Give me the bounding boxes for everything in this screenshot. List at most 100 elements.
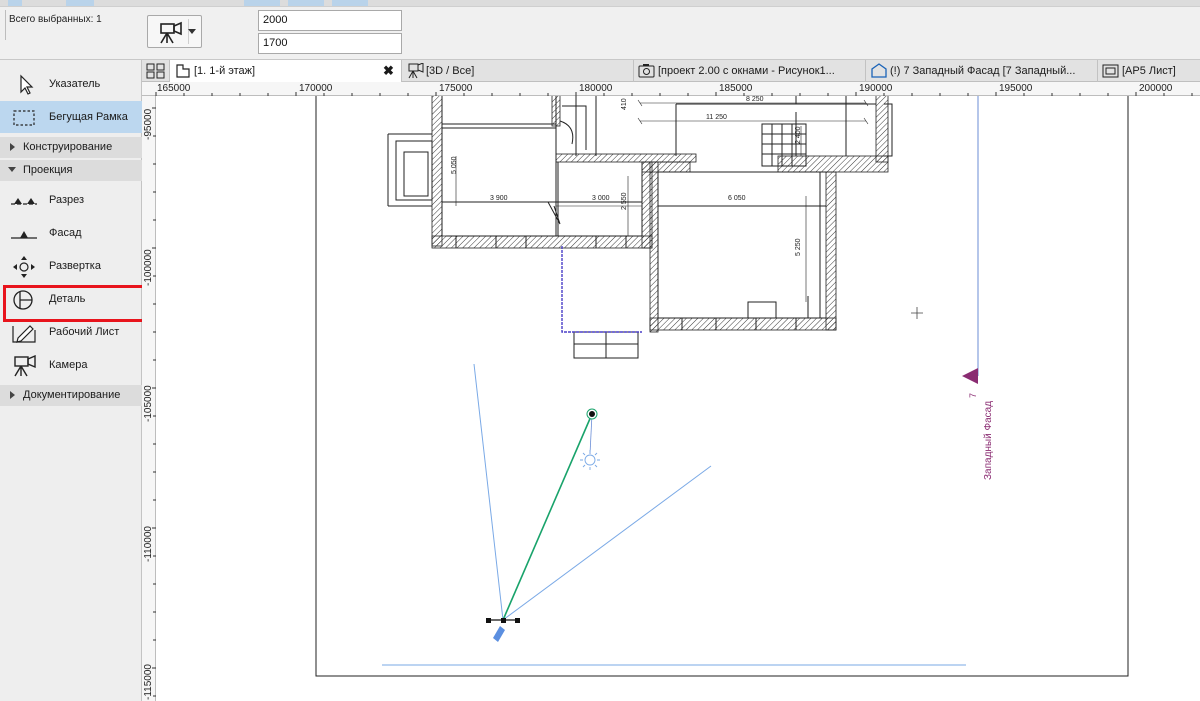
elevation-name-label: Западный Фасад [983,400,994,480]
dim-label: 5 050 [451,156,458,174]
tool-label: Бегущая Рамка [49,111,128,123]
dim-label: 410 [621,98,628,110]
camera-icon [408,63,424,79]
tab-layout[interactable]: [АР5 Лист] [1098,60,1200,82]
tab-label: [АР5 Лист] [1122,65,1176,77]
floor-plan-drawing: 8 250 11 250 410 5 050 3 900 3 000 2 550… [315,96,1129,677]
sun-icon[interactable] [580,450,600,470]
group-design[interactable]: Конструирование [0,137,142,158]
dim-label: 2 400 [795,126,802,144]
camera-position-node[interactable] [486,618,520,642]
group-label: Проекция [23,164,73,176]
tab-overview-button[interactable] [142,60,170,82]
dim-label: 11 250 [706,114,727,121]
floor-plan-icon [176,64,190,78]
camera-icon [160,21,182,44]
tool-detail[interactable]: Деталь [0,283,142,315]
ruler-label: 170000 [299,83,333,94]
ruler-label: 195000 [999,83,1033,94]
photo-icon [638,64,655,78]
ruler-label: 190000 [859,83,893,94]
camera-settings-button[interactable] [147,15,202,48]
elevation-house-icon [871,63,887,78]
dim-label: 5 250 [795,238,802,256]
top-toolbar-strip [0,0,1200,7]
ruler-label: -105000 [143,385,154,422]
dim-label: 3 900 [490,195,508,202]
tool-label: Фасад [49,227,82,239]
pointer-arrow-icon [20,74,34,95]
camera-view-cone [382,363,966,666]
detail-icon [13,290,33,310]
tool-label: Разрез [49,194,85,206]
sun-guide-line [589,413,593,455]
tool-label: Рабочий Лист [49,326,120,338]
tool-label: Развертка [49,260,101,272]
ruler-label: 185000 [719,83,753,94]
close-icon[interactable]: ✖ [383,63,394,79]
tool-pointer[interactable]: Указатель [0,68,142,100]
tool-camera[interactable]: Камера [0,349,142,381]
ruler-label: 180000 [579,83,613,94]
selected-zone-outline[interactable] [561,246,642,333]
tab-3d[interactable]: [3D / Все] [402,60,634,82]
chevron-down-icon [8,167,16,172]
ruler-label: -100000 [143,249,154,286]
dim-label: 6 050 [728,195,746,202]
tool-interior-elevation[interactable]: Развертка [0,250,142,282]
archicad-window: Всего выбранных: 1 2000 1700 Указатель Б… [0,0,1200,701]
dim-label: 3 000 [592,195,610,202]
ruler-label: 175000 [439,83,473,94]
elevation-icon [11,231,37,239]
camera-target-dot [589,411,595,417]
interior-elevation-icon [13,256,35,278]
group-document[interactable]: Документирование [0,385,142,406]
floor-plan-canvas[interactable]: 8 250 11 250 410 5 050 3 900 3 000 2 550… [156,96,1200,701]
ruler-label: 165000 [157,83,191,94]
tool-label: Камера [49,359,88,371]
group-label: Документирование [23,389,121,401]
view-tabs: [1. 1-й этаж] ✖ [3D / Все] [проект 2.00 … [142,60,1200,82]
target-height-field[interactable]: 1700 [258,33,402,54]
tool-label: Деталь [49,293,86,305]
tab-label: [проект 2.00 с окнами - Рисунок1... [658,65,835,77]
group-viewpoint[interactable]: Проекция [0,160,142,181]
ruler-label: 200000 [1139,83,1173,94]
tool-label: Указатель [49,78,101,90]
divider [5,10,6,40]
tab-label: [1. 1-й этаж] [194,65,256,77]
tab-west-elevation[interactable]: (!) 7 Западный Фасад [7 Западный... [866,60,1098,82]
chevron-right-icon [10,391,15,399]
section-icon [11,198,37,205]
camera-icon [14,355,36,377]
info-box: Всего выбранных: 1 2000 1700 [0,0,1200,60]
marquee-icon [13,110,35,126]
chevron-down-icon[interactable] [188,29,196,34]
tab-label: (!) 7 Западный Фасад [7 Западный... [890,65,1076,77]
chevron-right-icon [10,143,15,151]
tool-elevation[interactable]: Фасад [0,217,142,249]
dim-label: 8 250 [746,96,764,103]
grid-icon [146,63,165,79]
worksheet-icon [12,325,36,343]
horizontal-ruler: 165000 170000 175000 180000 185000 19000… [142,82,1200,96]
group-label: Конструирование [23,141,113,153]
tool-marquee[interactable]: Бегущая Рамка [0,101,142,133]
crosshair [911,307,923,319]
elevation-marker[interactable] [962,96,979,384]
tab-label: [3D / Все] [426,65,475,77]
camera-direction-line[interactable] [502,413,593,621]
vertical-ruler: -95000 -100000 -105000 -110000 -115000 [142,96,156,701]
camera-height-field[interactable]: 2000 [258,10,402,31]
ruler-label: -110000 [143,526,154,562]
toolbox: Указатель Бегущая Рамка Конструирование … [0,60,142,701]
layout-sheet-icon [1102,64,1119,78]
tab-rendering[interactable]: [проект 2.00 с окнами - Рисунок1... [634,60,866,82]
tab-floor-plan[interactable]: [1. 1-й этаж] ✖ [170,60,402,82]
elevation-marker-id: 7 [968,393,978,398]
dim-label: 2 550 [621,192,628,210]
ruler-label: -95000 [143,108,154,140]
tool-section[interactable]: Разрез [0,184,142,216]
tool-worksheet[interactable]: Рабочий Лист [0,316,142,348]
dimension-labels: 8 250 11 250 410 5 050 3 900 3 000 2 550… [451,96,802,256]
